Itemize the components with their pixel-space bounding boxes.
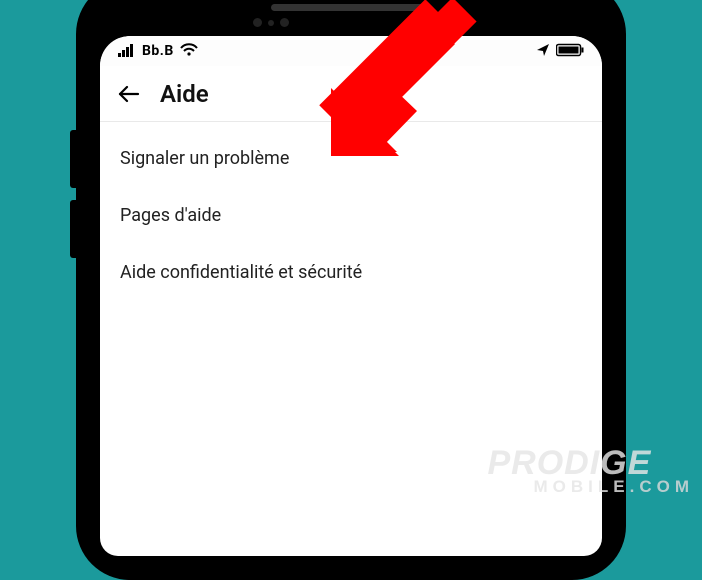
watermark-line2b: .COM: [630, 477, 694, 496]
menu-item-label: Pages d'aide: [120, 205, 221, 226]
carrier-label: Bb.B: [142, 43, 174, 59]
app-bar: Aide: [100, 66, 602, 122]
watermark-line1: PRODIGE: [488, 448, 695, 479]
menu-item-label: Signaler un problème: [120, 148, 289, 169]
location-icon: [536, 42, 550, 61]
phone-sensors: [253, 18, 289, 27]
signal-icon: [118, 42, 136, 61]
phone-speaker: [271, 4, 431, 11]
wifi-icon: [180, 42, 198, 61]
menu-item-label: Aide confidentialité et sécurité: [120, 262, 362, 283]
back-button[interactable]: [116, 81, 142, 107]
menu-item-report-problem[interactable]: Signaler un problème: [100, 130, 602, 187]
menu-item-privacy-security[interactable]: Aide confidentialité et sécurité: [100, 244, 602, 301]
status-bar: Bb.B: [100, 36, 602, 66]
volume-up-hardware: [70, 130, 76, 188]
watermark-line2a: MOBILE: [534, 477, 630, 496]
menu-item-help-pages[interactable]: Pages d'aide: [100, 187, 602, 244]
page-title: Aide: [160, 80, 209, 108]
volume-down-hardware: [70, 200, 76, 258]
watermark: PRODIGE MOBILE.COM: [488, 448, 695, 494]
battery-icon: [556, 42, 584, 61]
